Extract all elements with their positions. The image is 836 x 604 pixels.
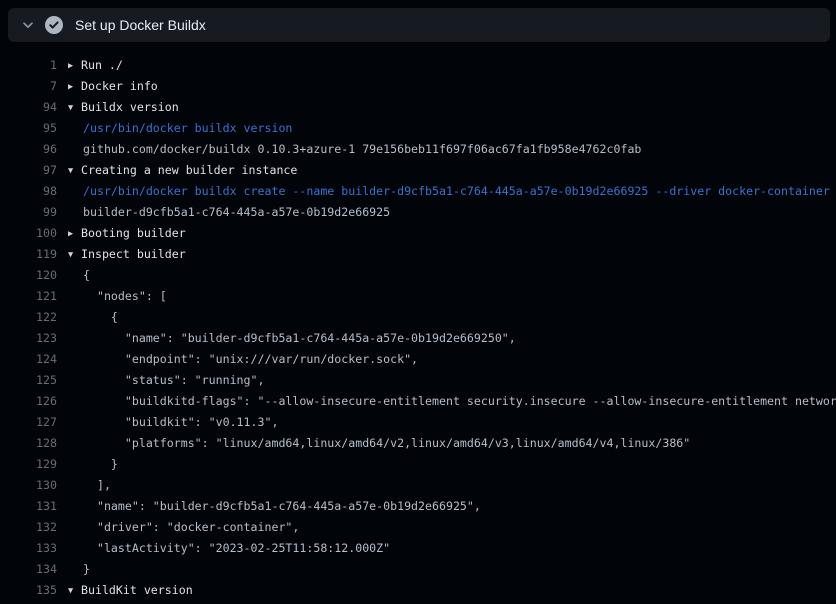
log-line: 95/usr/bin/docker buildx version bbox=[0, 118, 836, 139]
line-number[interactable]: 1 bbox=[0, 55, 57, 76]
log-line: 133 "lastActivity": "2023-02-25T11:58:12… bbox=[0, 538, 836, 559]
step-title: Set up Docker Buildx bbox=[75, 17, 206, 33]
line-number[interactable]: 7 bbox=[0, 76, 57, 97]
step-header[interactable]: Set up Docker Buildx bbox=[8, 8, 830, 42]
triangle-down-icon[interactable]: ▼ bbox=[68, 581, 81, 601]
log-output-text: "platforms": "linux/amd64,linux/amd64/v2… bbox=[68, 433, 690, 454]
log-output-text: github.com/docker/buildx 0.10.3+azure-1 … bbox=[68, 139, 641, 160]
log-group-toggle[interactable]: ▶Booting builder bbox=[68, 223, 186, 244]
log-line: 124 "endpoint": "unix:///var/run/docker.… bbox=[0, 349, 836, 370]
line-number[interactable]: 131 bbox=[0, 496, 57, 517]
log-group-row: 119 ▼Inspect builder bbox=[0, 244, 836, 265]
log-output-text: } bbox=[68, 559, 90, 580]
group-label[interactable]: Inspect builder bbox=[81, 247, 186, 261]
log-line: 132 "driver": "docker-container", bbox=[0, 517, 836, 538]
line-number[interactable]: 121 bbox=[0, 286, 57, 307]
group-label[interactable]: Docker info bbox=[81, 79, 158, 93]
line-number[interactable]: 120 bbox=[0, 265, 57, 286]
log-group-row: 94 ▼Buildx version bbox=[0, 97, 836, 118]
log-line: 120 { bbox=[0, 265, 836, 286]
log-output-text: "buildkitd-flags": "--allow-insecure-ent… bbox=[68, 391, 836, 412]
log-output-text: ], bbox=[68, 475, 111, 496]
log-line: 98/usr/bin/docker buildx create --name b… bbox=[0, 181, 836, 202]
log-command-text: /usr/bin/docker buildx create --name bui… bbox=[68, 181, 830, 202]
line-number[interactable]: 100 bbox=[0, 223, 57, 244]
triangle-right-icon[interactable]: ▶ bbox=[68, 56, 81, 76]
log-group-toggle[interactable]: ▶Docker info bbox=[68, 76, 158, 97]
log-group-row: 7 ▶Docker info bbox=[0, 76, 836, 97]
log-group-toggle[interactable]: ▼Inspect builder bbox=[68, 244, 186, 265]
group-label[interactable]: Booting builder bbox=[81, 226, 186, 240]
line-number[interactable]: 94 bbox=[0, 97, 57, 118]
log-group-toggle[interactable]: ▶Run ./ bbox=[68, 55, 123, 76]
log-output-text: "status": "running", bbox=[68, 370, 264, 391]
line-number[interactable]: 132 bbox=[0, 517, 57, 538]
triangle-right-icon[interactable]: ▶ bbox=[68, 224, 81, 244]
log-line: 123 "name": "builder-d9cfb5a1-c764-445a-… bbox=[0, 328, 836, 349]
line-number[interactable]: 119 bbox=[0, 244, 57, 265]
log-command-text: /usr/bin/docker buildx version bbox=[68, 118, 292, 139]
log-line: 96 github.com/docker/buildx 0.10.3+azure-… bbox=[0, 139, 836, 160]
log-group-toggle[interactable]: ▼Creating a new builder instance bbox=[68, 160, 297, 181]
log-output-text: "driver": "docker-container", bbox=[68, 517, 299, 538]
log-line: 121 "nodes": [ bbox=[0, 286, 836, 307]
line-number[interactable]: 127 bbox=[0, 412, 57, 433]
line-number[interactable]: 97 bbox=[0, 160, 57, 181]
log-output-text: "endpoint": "unix:///var/run/docker.sock… bbox=[68, 349, 418, 370]
line-number[interactable]: 134 bbox=[0, 559, 57, 580]
log-group-toggle[interactable]: ▼BuildKit version bbox=[68, 580, 193, 601]
log-output-text: "buildkit": "v0.11.3", bbox=[68, 412, 278, 433]
line-number[interactable]: 124 bbox=[0, 349, 57, 370]
group-label[interactable]: Buildx version bbox=[81, 100, 179, 114]
log-output-text: } bbox=[68, 454, 118, 475]
log-group-row: 1 ▶Run ./ bbox=[0, 55, 836, 76]
chevron-down-icon[interactable] bbox=[20, 17, 36, 33]
log-group-row: 100 ▶Booting builder bbox=[0, 223, 836, 244]
triangle-down-icon[interactable]: ▼ bbox=[68, 245, 81, 265]
log-line: 122 { bbox=[0, 307, 836, 328]
line-number[interactable]: 96 bbox=[0, 139, 57, 160]
check-circle-icon bbox=[45, 16, 63, 34]
line-number[interactable]: 123 bbox=[0, 328, 57, 349]
line-number[interactable]: 99 bbox=[0, 202, 57, 223]
log-line: 130 ], bbox=[0, 475, 836, 496]
log-line: 134} bbox=[0, 559, 836, 580]
line-number[interactable]: 125 bbox=[0, 370, 57, 391]
log-group-row: 135 ▼BuildKit version bbox=[0, 580, 836, 601]
line-number[interactable]: 98 bbox=[0, 181, 57, 202]
log-output: 1▶Run ./7▶Docker info94▼Buildx version95… bbox=[0, 55, 836, 604]
group-label[interactable]: Creating a new builder instance bbox=[81, 163, 297, 177]
line-number[interactable]: 129 bbox=[0, 454, 57, 475]
group-label[interactable]: Run ./ bbox=[81, 58, 123, 72]
line-number[interactable]: 133 bbox=[0, 538, 57, 559]
triangle-right-icon[interactable]: ▶ bbox=[68, 77, 81, 97]
log-output-text: "name": "builder-d9cfb5a1-c764-445a-a57e… bbox=[68, 496, 481, 517]
log-group-row: 97 ▼Creating a new builder instance bbox=[0, 160, 836, 181]
line-number[interactable]: 95 bbox=[0, 118, 57, 139]
line-number[interactable]: 130 bbox=[0, 475, 57, 496]
triangle-down-icon[interactable]: ▼ bbox=[68, 161, 81, 181]
log-line: 99 builder-d9cfb5a1-c764-445a-a57e-0b19d2… bbox=[0, 202, 836, 223]
log-output-text: { bbox=[68, 307, 118, 328]
line-number[interactable]: 135 bbox=[0, 580, 57, 601]
log-line: 125 "status": "running", bbox=[0, 370, 836, 391]
log-output-text: builder-d9cfb5a1-c764-445a-a57e-0b19d2e6… bbox=[68, 202, 390, 223]
log-line: 131 "name": "builder-d9cfb5a1-c764-445a-… bbox=[0, 496, 836, 517]
line-number[interactable]: 128 bbox=[0, 433, 57, 454]
triangle-down-icon[interactable]: ▼ bbox=[68, 98, 81, 118]
log-line: 127 "buildkit": "v0.11.3", bbox=[0, 412, 836, 433]
log-output-text: "name": "builder-d9cfb5a1-c764-445a-a57e… bbox=[68, 328, 516, 349]
group-label[interactable]: BuildKit version bbox=[81, 583, 193, 597]
log-output-text: { bbox=[68, 265, 90, 286]
log-output-text: "nodes": [ bbox=[68, 286, 167, 307]
line-number[interactable]: 126 bbox=[0, 391, 57, 412]
log-line: 126 "buildkitd-flags": "--allow-insecure… bbox=[0, 391, 836, 412]
line-number[interactable]: 122 bbox=[0, 307, 57, 328]
log-line: 129 } bbox=[0, 454, 836, 475]
log-output-text: "lastActivity": "2023-02-25T11:58:12.000… bbox=[68, 538, 390, 559]
log-group-toggle[interactable]: ▼Buildx version bbox=[68, 97, 179, 118]
log-line: 128 "platforms": "linux/amd64,linux/amd6… bbox=[0, 433, 836, 454]
